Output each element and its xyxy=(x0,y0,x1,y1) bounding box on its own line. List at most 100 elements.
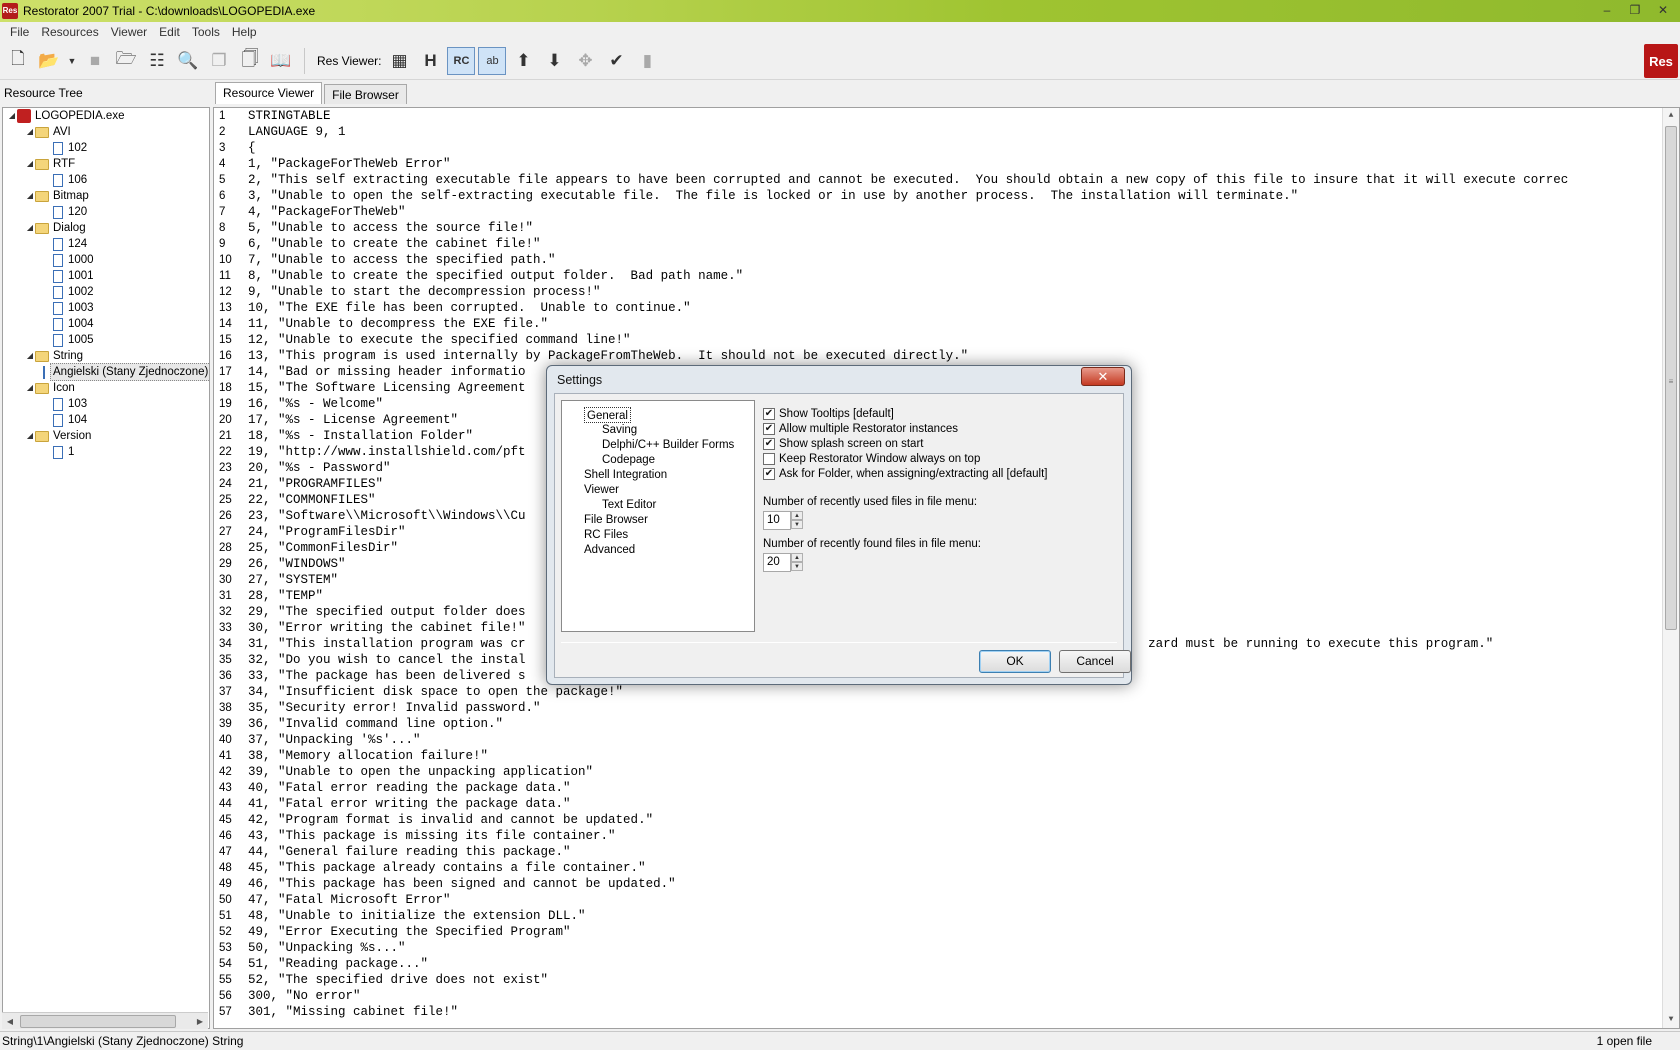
spin-up-icon[interactable]: ▲ xyxy=(791,511,803,520)
pages-icon[interactable]: 🗍 xyxy=(236,47,264,75)
spin-down-icon[interactable]: ▼ xyxy=(791,520,803,529)
option-checkbox-row[interactable]: Keep Restorator Window always on top xyxy=(763,453,980,465)
tree-item[interactable]: 1 xyxy=(3,444,209,460)
checkbox-checked[interactable]: ✔ xyxy=(763,423,775,435)
tree-item[interactable]: 106 xyxy=(3,172,209,188)
menu-resources[interactable]: Resources xyxy=(35,25,104,39)
editor-vertical-scrollbar[interactable]: ▲ ≡ ▼ xyxy=(1662,108,1679,1028)
menu-file[interactable]: File xyxy=(4,25,35,39)
tree-item[interactable]: 1004 xyxy=(3,316,209,332)
tree-item[interactable]: 124 xyxy=(3,236,209,252)
expand-toggle-icon[interactable]: ◢ xyxy=(25,156,35,172)
tree-item[interactable]: ◢ LOGOPEDIA.exe xyxy=(3,108,209,124)
tree-item[interactable]: ◢ String xyxy=(3,348,209,364)
tree-icon[interactable]: ☷ xyxy=(143,47,171,75)
checkbox-unchecked[interactable] xyxy=(763,453,775,465)
document-icon[interactable]: ▮ xyxy=(633,47,661,75)
open-dropdown-icon[interactable]: ▼ xyxy=(66,47,78,75)
expand-toggle-icon[interactable]: ◢ xyxy=(25,220,35,236)
minimize-icon[interactable]: – xyxy=(1594,1,1620,19)
settings-category-item[interactable]: General xyxy=(584,407,631,423)
spin-up-icon[interactable]: ▲ xyxy=(791,553,803,562)
settings-category-item[interactable]: RC Files xyxy=(584,527,628,543)
menu-help[interactable]: Help xyxy=(226,25,263,39)
tree-item[interactable]: ◢ Bitmap xyxy=(3,188,209,204)
expand-toggle-icon[interactable]: ◢ xyxy=(25,428,35,444)
scroll-down-icon[interactable]: ▼ xyxy=(1663,1012,1679,1028)
tree-item[interactable]: ◢ Dialog xyxy=(3,220,209,236)
tree-item[interactable]: 104 xyxy=(3,412,209,428)
hex-view-icon[interactable]: H xyxy=(416,47,444,75)
copy-icon[interactable]: ❐ xyxy=(205,47,233,75)
expand-toggle-icon[interactable]: ◢ xyxy=(25,188,35,204)
dialog-close-button[interactable]: ✕ xyxy=(1081,367,1125,386)
image-view-icon[interactable]: ▦ xyxy=(385,47,413,75)
spin-down-icon[interactable]: ▼ xyxy=(791,562,803,571)
checkbox-checked[interactable]: ✔ xyxy=(763,438,775,450)
find-icon[interactable]: 🔍 xyxy=(174,47,202,75)
text-view-icon[interactable]: ab xyxy=(478,46,507,75)
tree-item[interactable]: 102 xyxy=(3,140,209,156)
maximize-icon[interactable]: ❐ xyxy=(1622,1,1648,19)
tree-item[interactable]: 1001 xyxy=(3,268,209,284)
app-icon[interactable]: Res xyxy=(2,3,18,19)
settings-category-item[interactable]: Text Editor xyxy=(602,497,656,513)
tree-item[interactable]: ◢ Icon xyxy=(3,380,209,396)
recent-used-input[interactable]: 10 xyxy=(763,511,791,530)
tree-item[interactable]: 1005 xyxy=(3,332,209,348)
settings-category-item[interactable]: Shell Integration xyxy=(584,467,667,483)
resource-tree[interactable]: ◢ LOGOPEDIA.exe ◢ AVI 102 ◢ RTF 106 ◢ Bitmap 120 ◢ D… xyxy=(2,107,210,1029)
expand-toggle-icon[interactable]: ◢ xyxy=(25,380,35,396)
scroll-right-icon[interactable]: ▶ xyxy=(192,1017,208,1026)
tree-item[interactable]: Angielski (Stany Zjednoczone) xyxy=(3,363,209,381)
checkmark-icon[interactable]: ✔ xyxy=(602,47,630,75)
scrollbar-thumb[interactable] xyxy=(20,1014,176,1028)
settings-category-item[interactable]: Delphi/C++ Builder Forms xyxy=(602,437,734,453)
checkbox-checked[interactable]: ✔ xyxy=(763,468,775,480)
recent-used-stepper[interactable]: 10 ▲ ▼ xyxy=(763,511,803,530)
tab-resource-viewer[interactable]: Resource Viewer xyxy=(215,82,323,104)
arrow-down-icon[interactable]: ⬇ xyxy=(540,47,568,75)
tree-item[interactable]: 120 xyxy=(3,204,209,220)
scroll-left-icon[interactable]: ◀ xyxy=(2,1017,18,1026)
option-checkbox-row[interactable]: ✔ Show splash screen on start xyxy=(763,438,923,450)
tree-item[interactable]: 1003 xyxy=(3,300,209,316)
tree-item[interactable]: ◢ Version xyxy=(3,428,209,444)
menu-viewer[interactable]: Viewer xyxy=(105,25,153,39)
book-icon[interactable]: 📖 xyxy=(267,47,295,75)
option-checkbox-row[interactable]: ✔ Show Tooltips [default] xyxy=(763,408,894,420)
expand-toggle-icon[interactable]: ◢ xyxy=(25,348,35,364)
open-folder-icon[interactable]: 🗁 xyxy=(112,47,140,75)
open-file-icon[interactable]: 📂 xyxy=(35,47,63,75)
settings-category-item[interactable]: File Browser xyxy=(584,512,648,528)
settings-category-item[interactable]: Codepage xyxy=(602,452,655,468)
tree-item[interactable]: 103 xyxy=(3,396,209,412)
cancel-button[interactable]: Cancel xyxy=(1059,650,1131,673)
rc-view-icon[interactable]: RC xyxy=(447,46,476,75)
save-icon[interactable]: ■ xyxy=(81,47,109,75)
settings-category-item[interactable]: Saving xyxy=(602,422,637,438)
menu-tools[interactable]: Tools xyxy=(186,25,226,39)
tree-item[interactable]: 1000 xyxy=(3,252,209,268)
settings-category-item[interactable]: Advanced xyxy=(584,542,635,558)
scroll-up-icon[interactable]: ▲ xyxy=(1663,108,1679,124)
move-icon[interactable]: ✥ xyxy=(571,47,599,75)
option-checkbox-row[interactable]: ✔ Allow multiple Restorator instances xyxy=(763,423,958,435)
settings-category-item[interactable]: Viewer xyxy=(584,482,619,498)
menu-edit[interactable]: Edit xyxy=(153,25,186,39)
arrow-up-icon[interactable]: ⬆ xyxy=(509,47,537,75)
recent-found-stepper[interactable]: 20 ▲ ▼ xyxy=(763,553,803,572)
option-checkbox-row[interactable]: ✔ Ask for Folder, when assigning/extracti… xyxy=(763,468,1047,480)
expand-toggle-icon[interactable]: ◢ xyxy=(7,108,17,124)
ok-button[interactable]: OK xyxy=(979,650,1051,673)
recent-found-input[interactable]: 20 xyxy=(763,553,791,572)
tree-horizontal-scrollbar[interactable]: ◀ ▶ xyxy=(2,1012,208,1029)
tree-item[interactable]: ◢ AVI xyxy=(3,124,209,140)
expand-toggle-icon[interactable]: ◢ xyxy=(25,124,35,140)
settings-category-tree[interactable]: General Saving Delphi/C++ Builder Forms Cod… xyxy=(561,400,755,632)
tree-item[interactable]: 1002 xyxy=(3,284,209,300)
new-file-icon[interactable]: 🗋 xyxy=(4,47,32,75)
tab-file-browser[interactable]: File Browser xyxy=(324,84,407,104)
tree-item[interactable]: ◢ RTF xyxy=(3,156,209,172)
close-icon[interactable]: ✕ xyxy=(1650,1,1676,19)
